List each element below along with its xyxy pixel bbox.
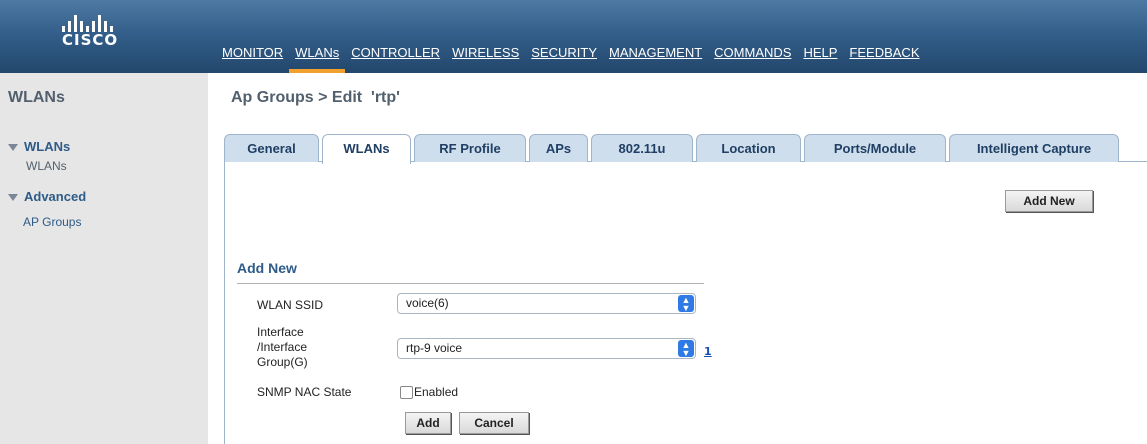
snmp-enabled-label: Enabled (414, 385, 459, 399)
sidebar-item-ap-groups[interactable]: AP Groups (23, 215, 81, 229)
sidebar-section-advanced[interactable]: Advanced (8, 189, 86, 204)
nav-commands[interactable]: COMMANDS (708, 44, 797, 73)
nav-wireless[interactable]: WIRELESS (446, 44, 525, 73)
interface-label-line: Interface (257, 325, 304, 339)
top-header-bar: CISCO MONITOR WLANs CONTROLLER WIRELESS … (0, 0, 1147, 73)
section-divider (237, 283, 704, 284)
interface-label: Interface /Interface Group(G) (257, 325, 308, 370)
nav-feedback[interactable]: FEEDBACK (843, 44, 925, 73)
interface-value: rtp-9 voice (406, 341, 463, 355)
tab-wlans[interactable]: WLANs (322, 134, 411, 164)
add-new-section-title: Add New (237, 260, 297, 276)
add-button[interactable]: Add (405, 412, 451, 434)
nav-controller[interactable]: CONTROLLER (345, 44, 446, 73)
tab-location[interactable]: Location (696, 134, 801, 162)
nav-monitor[interactable]: MONITOR (216, 44, 289, 73)
top-nav: MONITOR WLANs CONTROLLER WIRELESS SECURI… (216, 44, 926, 73)
tab-aps[interactable]: APs (529, 134, 588, 162)
sidebar-section-wlans[interactable]: WLANs (8, 139, 70, 154)
page-title: Ap Groups > Edit 'rtp' (231, 89, 400, 106)
wlan-ssid-select[interactable]: voice(6) ▲ ▼ (397, 293, 696, 314)
tab-rf-profile[interactable]: RF Profile (414, 134, 526, 162)
wlan-ssid-label: WLAN SSID (257, 298, 324, 312)
tab-general[interactable]: General (224, 134, 319, 162)
add-new-button[interactable]: Add New (1005, 190, 1093, 212)
wlan-ssid-value: voice(6) (406, 296, 449, 310)
select-arrows-icon: ▲ ▼ (678, 295, 694, 313)
nav-help[interactable]: HELP (797, 44, 843, 73)
cancel-button[interactable]: Cancel (459, 412, 529, 434)
interface-label-line: /Interface (257, 340, 308, 354)
sidebar-title: WLANs (8, 89, 65, 106)
cisco-logo: CISCO (62, 14, 142, 54)
tab-intelligent-capture[interactable]: Intelligent Capture (949, 134, 1119, 162)
sidebar-section-label: Advanced (24, 189, 87, 204)
interface-select[interactable]: rtp-9 voice ▲ ▼ (397, 338, 696, 359)
select-arrows-icon: ▲ ▼ (678, 340, 694, 358)
tab-ports-module[interactable]: Ports/Module (804, 134, 946, 162)
interface-help-link[interactable]: 1 (704, 345, 712, 358)
nav-wlans[interactable]: WLANs (289, 44, 346, 73)
sidebar-section-label: WLANs (24, 139, 71, 154)
nav-management[interactable]: MANAGEMENT (603, 44, 708, 73)
sidebar-item-wlans[interactable]: WLANs (26, 159, 67, 173)
cisco-logo-bars-icon (62, 14, 122, 32)
expand-triangle-icon (8, 144, 18, 152)
expand-triangle-icon (8, 194, 18, 202)
tab-802-11u[interactable]: 802.11u (591, 134, 693, 162)
nav-security[interactable]: SECURITY (525, 44, 603, 73)
snmp-nac-state-label: SNMP NAC State (257, 385, 352, 399)
left-sidebar: WLANs WLANs WLANs Advanced AP Groups (0, 73, 208, 444)
snmp-enabled-checkbox[interactable] (400, 386, 413, 399)
cisco-logo-text: CISCO (62, 31, 119, 49)
interface-label-line: Group(G) (257, 355, 308, 369)
